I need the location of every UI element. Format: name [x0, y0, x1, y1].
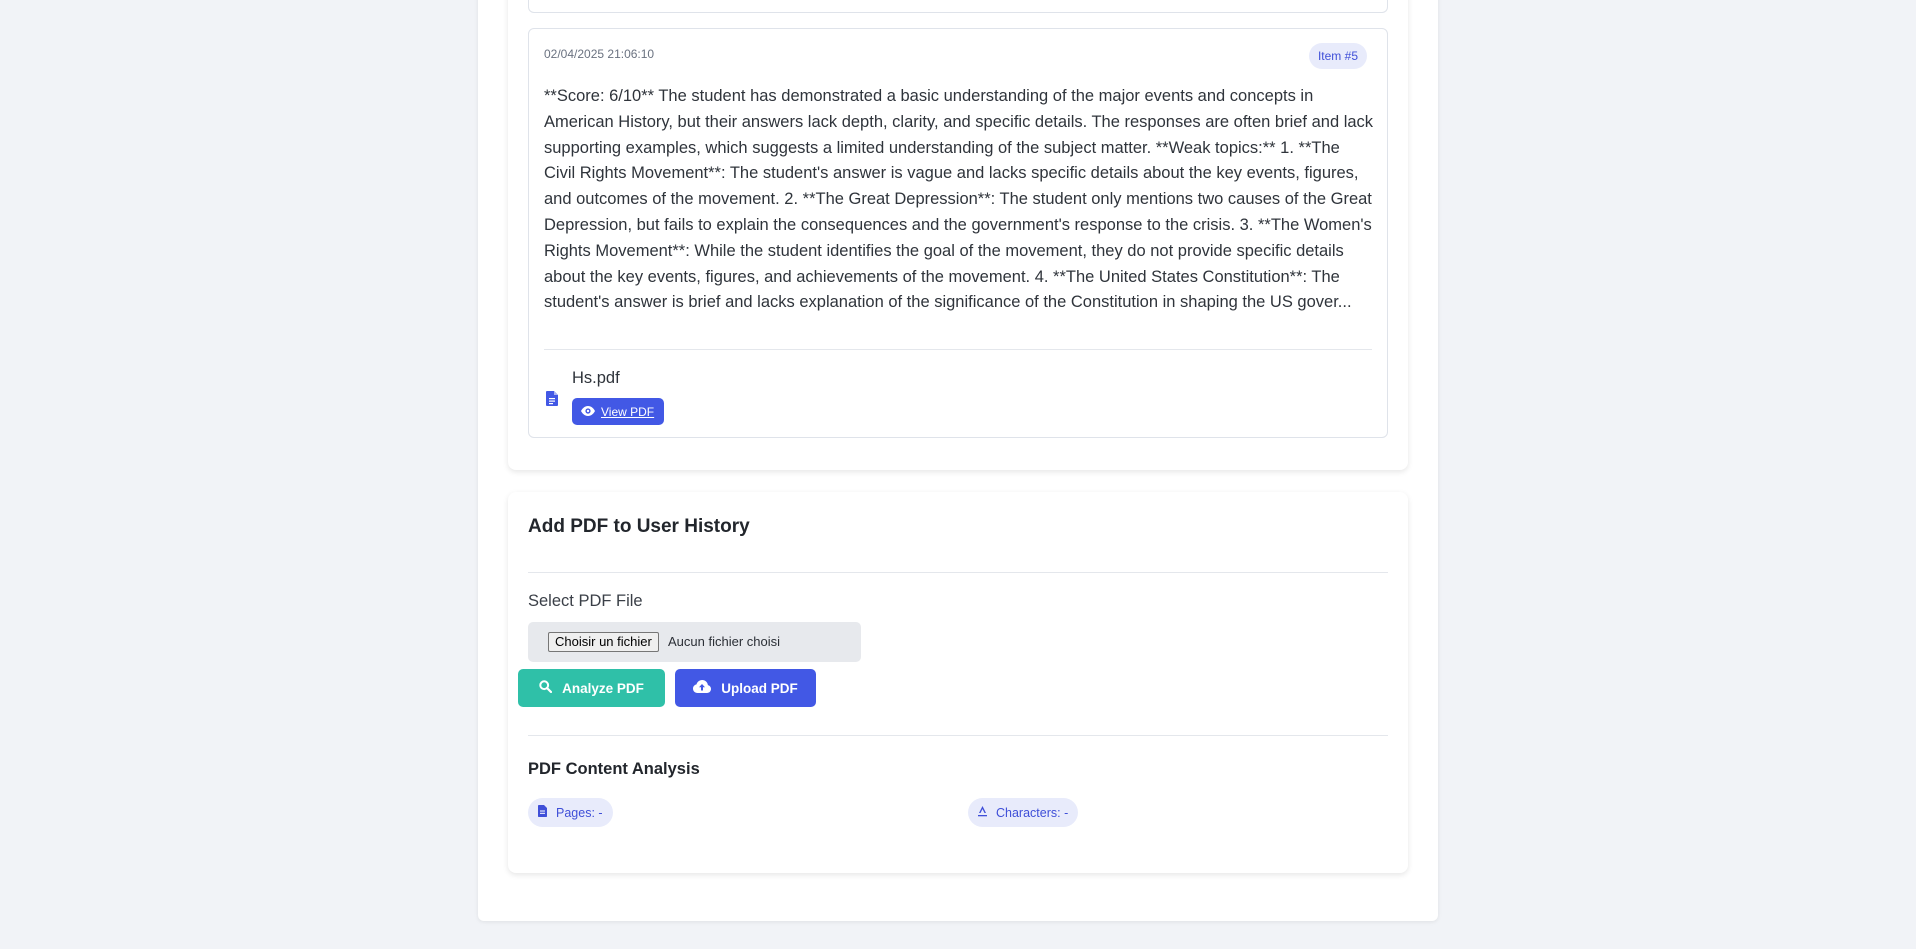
upload-pdf-label: Upload PDF [721, 680, 798, 696]
view-pdf-label: View PDF [601, 404, 655, 419]
characters-stat-badge: Characters: - [968, 798, 1079, 827]
analysis-title: PDF Content Analysis [528, 760, 700, 778]
section-divider [528, 572, 1388, 573]
select-pdf-label: Select PDF File [528, 592, 643, 610]
section-divider [528, 735, 1388, 736]
add-pdf-title: Add PDF to User History [528, 516, 750, 537]
eye-icon [581, 405, 595, 419]
item-feedback-text: **Score: 6/10** The student has demonstr… [544, 87, 1374, 312]
search-icon [539, 680, 553, 696]
characters-stat-label: Characters: - [996, 805, 1069, 820]
history-item: 02/04/2025 21:06:10 Item #5 **Score: 6/1… [528, 28, 1388, 438]
upload-pdf-button[interactable]: Upload PDF [675, 669, 816, 707]
file-name: Hs.pdf [572, 369, 620, 387]
view-pdf-button[interactable]: View PDF [572, 398, 665, 425]
pages-stat-badge: Pages: - [528, 798, 613, 827]
file-icon [538, 805, 547, 820]
choose-file-button[interactable]: Choisir un fichier [548, 632, 659, 652]
text-height-icon [978, 805, 987, 820]
item-number-badge: Item #5 [1308, 43, 1367, 69]
main-container: 02/04/2025 21:06:10 Item #5 **Score: 6/1… [478, 0, 1438, 921]
pdf-file-input[interactable]: Choisir un fichier Aucun fichier choisi [528, 622, 861, 662]
analyze-pdf-button[interactable]: Analyze PDF [518, 669, 665, 707]
user-history-card: 02/04/2025 21:06:10 Item #5 **Score: 6/1… [508, 0, 1408, 470]
item-timestamp: 02/04/2025 21:06:10 [544, 47, 655, 61]
attached-file: Hs.pdf View PDF [544, 359, 1364, 429]
analyze-pdf-label: Analyze PDF [562, 680, 644, 696]
no-file-chosen-text: Aucun fichier choisi [668, 634, 780, 649]
add-pdf-card: Add PDF to User History Select PDF File … [508, 492, 1408, 873]
file-document-icon [546, 391, 558, 406]
item-divider [544, 349, 1372, 350]
previous-history-item [528, 0, 1388, 13]
cloud-upload-icon [693, 680, 712, 696]
pages-stat-label: Pages: - [556, 805, 603, 820]
